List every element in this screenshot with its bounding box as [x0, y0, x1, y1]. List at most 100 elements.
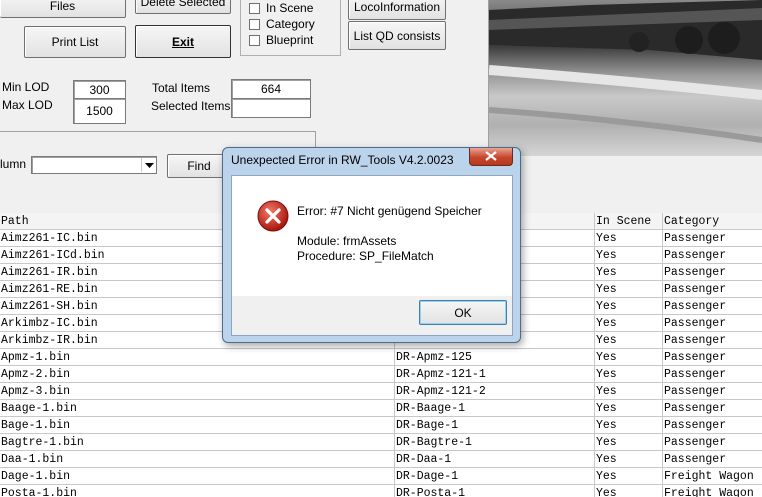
cell-name: DR-Bagtre-1 [395, 434, 595, 451]
cell-in-scene: Yes [595, 315, 663, 332]
list-qd-consists-label: List QD consists [353, 28, 441, 43]
blueprint-checkbox-box[interactable] [249, 34, 260, 46]
table-row[interactable]: Dage-1.bin DR-Dage-1 Yes Freight Wagon [0, 468, 762, 485]
table-row[interactable]: Bage-1.bin DR-Bage-1 Yes Passenger [0, 417, 762, 434]
max-lod-label: Max LOD [2, 98, 53, 112]
loco-information-button[interactable]: LocoInformation [348, 0, 446, 20]
cell-name: DR-Dage-1 [395, 468, 595, 485]
min-lod-label: Min LOD [2, 80, 50, 94]
exit-label: Exit [171, 34, 194, 49]
min-lod-input[interactable]: 300 [73, 80, 126, 99]
print-list-label: Print List [51, 35, 99, 49]
cell-path: Apmz-1.bin [0, 349, 395, 366]
cell-in-scene: Yes [595, 417, 663, 434]
selected-items-label: Selected Items: [151, 99, 234, 113]
cell-category: Passenger [663, 264, 762, 281]
list-qd-consists-button[interactable]: List QD consists [348, 21, 446, 50]
procedure-text: Procedure: SP_FileMatch [297, 249, 434, 263]
column-label: lumn [0, 157, 27, 171]
cell-path: Bage-1.bin [0, 417, 395, 434]
files-button-label: Files [49, 0, 76, 13]
cell-in-scene: Yes [595, 264, 663, 281]
cell-path: Baage-1.bin [0, 400, 395, 417]
locomotive-photo [489, 0, 762, 143]
table-row[interactable]: Baage-1.bin DR-Baage-1 Yes Passenger [0, 400, 762, 417]
cell-in-scene: Yes [595, 281, 663, 298]
error-text: Error: #7 Nicht genügend Speicher [297, 204, 482, 218]
table-row[interactable]: Apmz-1.bin DR-Apmz-125 Yes Passenger [0, 349, 762, 366]
exit-button[interactable]: Exit [135, 25, 231, 58]
delete-selected-label: Delete Selected [140, 0, 226, 9]
cell-in-scene: Yes [595, 230, 663, 247]
cell-path: Daa-1.bin [0, 451, 395, 468]
files-button[interactable]: Files [0, 0, 126, 18]
category-checkbox[interactable]: Category [249, 17, 315, 31]
cell-category: Passenger [663, 230, 762, 247]
error-icon [257, 200, 289, 235]
print-list-button[interactable]: Print List [24, 26, 126, 58]
ok-label: OK [454, 305, 472, 320]
delete-selected-button[interactable]: Delete Selected [135, 0, 231, 14]
cell-category: Passenger [663, 298, 762, 315]
table-row[interactable]: Bagtre-1.bin DR-Bagtre-1 Yes Passenger [0, 434, 762, 451]
total-items-label: Total Items [152, 81, 211, 95]
cell-category: Passenger [663, 281, 762, 298]
in-scene-checkbox[interactable]: In Scene [249, 1, 313, 15]
close-button[interactable] [469, 148, 513, 166]
cell-name: DR-Baage-1 [395, 400, 595, 417]
table-row[interactable]: Daa-1.bin DR-Daa-1 Yes Passenger [0, 451, 762, 468]
cell-in-scene: Yes [595, 400, 663, 417]
column-header-category[interactable]: Category [663, 213, 762, 230]
max-lod-input[interactable]: 1500 [73, 98, 126, 124]
selected-items-field [231, 98, 311, 118]
cell-in-scene: Yes [595, 332, 663, 349]
blueprint-checkbox-label: Blueprint [266, 33, 314, 47]
cell-in-scene: Yes [595, 298, 663, 315]
cell-category: Passenger [663, 247, 762, 264]
cell-category: Passenger [663, 366, 762, 383]
error-dialog: Unexpected Error in RW_Tools V4.2.0023 E… [222, 147, 521, 343]
cell-category: Passenger [663, 315, 762, 332]
cell-category: Freight Wagon [663, 468, 762, 485]
cell-category: Passenger [663, 349, 762, 366]
cell-name: DR-Posta-1 [395, 485, 595, 497]
cell-category: Passenger [663, 400, 762, 417]
blueprint-checkbox[interactable]: Blueprint [249, 33, 313, 47]
cell-category: Passenger [663, 332, 762, 349]
cell-name: DR-Bage-1 [395, 417, 595, 434]
table-row[interactable]: Apmz-2.bin DR-Apmz-121-1 Yes Passenger [0, 366, 762, 383]
column-select[interactable] [31, 156, 157, 174]
loco-information-label: LocoInformation [353, 0, 441, 14]
cell-in-scene: Yes [595, 434, 663, 451]
cell-name: DR-Apmz-121-2 [395, 383, 595, 400]
column-header-in-scene[interactable]: In Scene [595, 213, 663, 230]
close-icon [485, 150, 497, 164]
dialog-message-area: Error: #7 Nicht genügend Speicher Module… [232, 176, 512, 296]
find-label: Find [187, 159, 211, 173]
cell-in-scene: Yes [595, 383, 663, 400]
total-items-field: 664 [231, 79, 311, 99]
cell-name: DR-Apmz-121-1 [395, 366, 595, 383]
cell-category: Freight Wagon [663, 485, 762, 497]
cell-in-scene: Yes [595, 451, 663, 468]
preview-image [489, 0, 762, 156]
cell-name: DR-Apmz-125 [395, 349, 595, 366]
cell-category: Passenger [663, 383, 762, 400]
cell-path: Posta-1.bin [0, 485, 395, 497]
ok-button[interactable]: OK [419, 300, 507, 325]
table-row[interactable]: Apmz-3.bin DR-Apmz-121-2 Yes Passenger [0, 383, 762, 400]
dialog-title: Unexpected Error in RW_Tools V4.2.0023 [231, 153, 454, 167]
cell-category: Passenger [663, 434, 762, 451]
table-row[interactable]: Posta-1.bin DR-Posta-1 Yes Freight Wagon [0, 485, 762, 497]
cell-in-scene: Yes [595, 468, 663, 485]
cell-category: Passenger [663, 417, 762, 434]
chevron-down-icon[interactable] [141, 158, 156, 172]
category-checkbox-label: Category [266, 17, 315, 31]
cell-in-scene: Yes [595, 366, 663, 383]
cell-category: Passenger [663, 451, 762, 468]
cell-path: Apmz-2.bin [0, 366, 395, 383]
category-checkbox-box[interactable] [249, 18, 260, 30]
in-scene-checkbox-box[interactable] [249, 2, 260, 14]
dialog-body: Error: #7 Nicht genügend Speicher Module… [231, 175, 513, 336]
cell-path: Dage-1.bin [0, 468, 395, 485]
